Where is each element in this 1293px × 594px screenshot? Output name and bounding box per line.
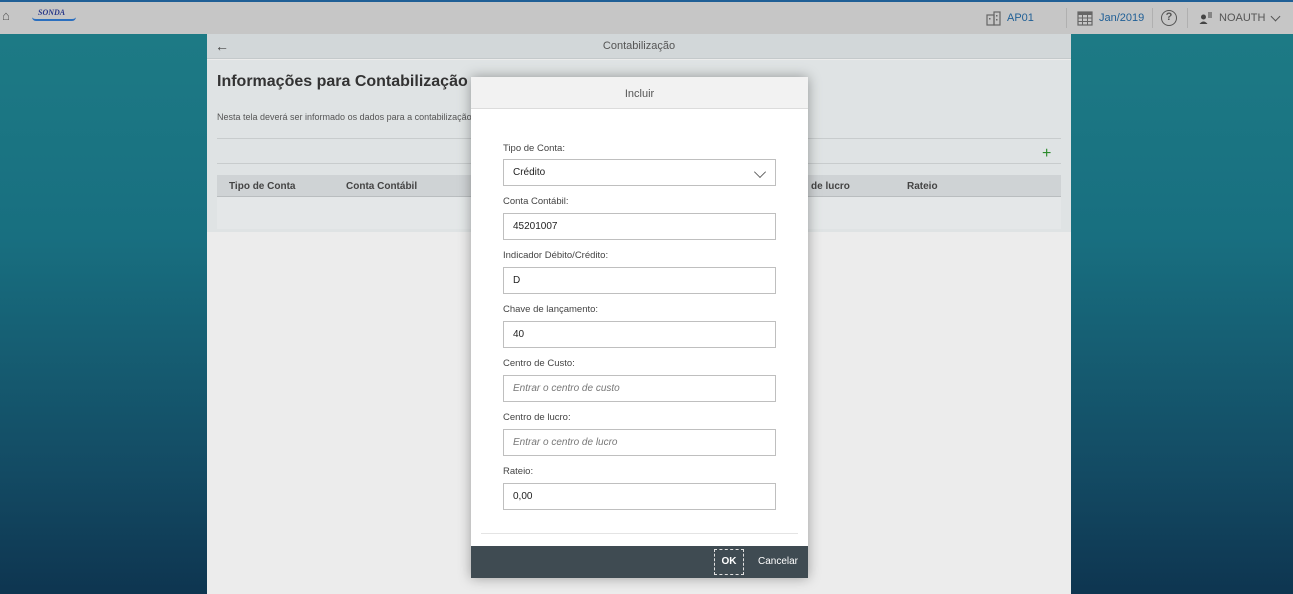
- home-icon[interactable]: ⌂: [2, 8, 16, 24]
- user-icon: [1199, 12, 1212, 24]
- chevron-down-icon: [753, 165, 767, 179]
- ok-button[interactable]: OK: [714, 549, 744, 575]
- chevron-down-icon: [1271, 11, 1281, 21]
- logo-swoosh: [32, 17, 76, 21]
- logo-text: SONDA: [38, 8, 66, 17]
- dialog-title: Incluir: [624, 88, 655, 100]
- user-menu[interactable]: NOAUTH: [1199, 2, 1281, 34]
- help-button[interactable]: ?: [1161, 2, 1177, 34]
- shell-divider: [1066, 8, 1067, 28]
- tipo-conta-select[interactable]: Crédito: [503, 159, 776, 186]
- calendar-icon: [1077, 10, 1093, 26]
- dialog-header: Incluir: [471, 77, 808, 109]
- building-icon: [986, 10, 1001, 26]
- shell-divider: [1152, 8, 1153, 28]
- period-selector[interactable]: Jan/2019: [1077, 2, 1144, 34]
- conta-contabil-label: Conta Contábil:: [503, 196, 569, 207]
- shell-divider: [1187, 8, 1188, 28]
- period-label: Jan/2019: [1099, 12, 1145, 24]
- include-dialog: Incluir Tipo de Conta: Crédito Conta Con…: [471, 77, 808, 578]
- divider: [481, 533, 798, 534]
- tipo-conta-label: Tipo de Conta:: [503, 143, 565, 154]
- rateio-label: Rateio:: [503, 466, 534, 477]
- indicador-input[interactable]: [503, 267, 776, 294]
- chave-input[interactable]: [503, 321, 776, 348]
- shell-bar: ⌂ SONDA AP01 Jan/2019 ? NOAUTH: [0, 0, 1293, 34]
- company-label: AP01: [1007, 12, 1034, 24]
- centro-lucro-input[interactable]: [503, 429, 776, 456]
- dialog-footer: OK Cancelar: [471, 546, 808, 578]
- centro-custo-label: Centro de Custo:: [503, 358, 575, 369]
- chave-label: Chave de lançamento:: [503, 304, 599, 315]
- centro-lucro-label: Centro de lucro:: [503, 412, 571, 423]
- user-label: NOAUTH: [1219, 12, 1266, 24]
- tipo-conta-value: Crédito: [513, 167, 546, 178]
- company-logo: SONDA: [26, 8, 78, 22]
- help-icon: ?: [1161, 10, 1177, 26]
- conta-contabil-input[interactable]: [503, 213, 776, 240]
- company-selector[interactable]: AP01: [986, 2, 1034, 34]
- cancel-button[interactable]: Cancelar: [753, 549, 803, 575]
- indicador-label: Indicador Débito/Crédito:: [503, 250, 609, 261]
- centro-custo-input[interactable]: [503, 375, 776, 402]
- rateio-input[interactable]: [503, 483, 776, 510]
